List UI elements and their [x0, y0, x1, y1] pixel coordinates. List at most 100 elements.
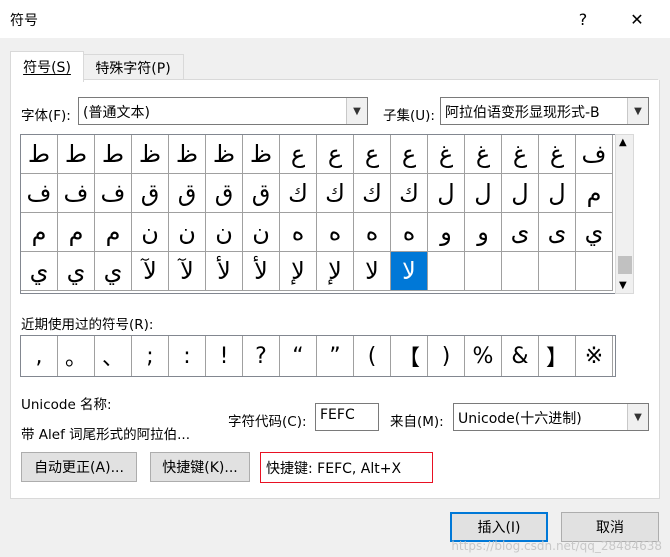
- symbol-cell[interactable]: ع: [391, 135, 428, 174]
- symbol-cell[interactable]: ن: [132, 213, 169, 252]
- recent-symbol-cell[interactable]: &: [502, 336, 539, 376]
- symbol-cell[interactable]: غ: [428, 135, 465, 174]
- cancel-button[interactable]: 取消: [561, 512, 659, 542]
- symbol-cell[interactable]: لآ: [132, 252, 169, 291]
- symbol-cell[interactable]: ل: [428, 174, 465, 213]
- recent-symbol-cell[interactable]: “: [280, 336, 317, 376]
- symbol-cell[interactable]: لإ: [317, 252, 354, 291]
- symbol-cell[interactable]: ه: [391, 213, 428, 252]
- symbol-cell[interactable]: لا: [391, 252, 428, 291]
- recent-symbol-cell[interactable]: %: [465, 336, 502, 376]
- symbol-cell[interactable]: ق: [206, 174, 243, 213]
- recent-symbol-cell[interactable]: ;: [132, 336, 169, 376]
- from-select[interactable]: Unicode(十六进制) ▼: [453, 403, 649, 431]
- recent-symbol-cell[interactable]: 】: [539, 336, 576, 376]
- symbol-cell[interactable]: غ: [465, 135, 502, 174]
- symbol-cell[interactable]: لا: [354, 252, 391, 291]
- symbol-cell[interactable]: ق: [169, 174, 206, 213]
- symbol-cell[interactable]: ع: [317, 135, 354, 174]
- symbol-cell[interactable]: لإ: [280, 252, 317, 291]
- symbol-cell[interactable]: ك: [354, 174, 391, 213]
- chevron-down-icon[interactable]: ▼: [627, 404, 648, 430]
- symbol-cell[interactable]: ن: [243, 213, 280, 252]
- symbol-cell[interactable]: ف: [58, 174, 95, 213]
- symbol-cell[interactable]: ظ: [132, 135, 169, 174]
- autocorrect-button[interactable]: 自动更正(A)...: [21, 452, 137, 482]
- scroll-down-icon[interactable]: ▼: [619, 280, 627, 291]
- shortcut-key-button[interactable]: 快捷键(K)...: [150, 452, 250, 482]
- grid-scrollbar[interactable]: ▲ ▼: [615, 134, 634, 294]
- chevron-down-icon[interactable]: ▼: [627, 98, 648, 124]
- symbol-cell[interactable]: ه: [354, 213, 391, 252]
- symbol-cell[interactable]: غ: [502, 135, 539, 174]
- symbol-cell[interactable]: ك: [317, 174, 354, 213]
- symbol-cell[interactable]: ي: [58, 252, 95, 291]
- symbol-cell[interactable]: ي: [21, 252, 58, 291]
- recent-symbol-cell[interactable]: :: [169, 336, 206, 376]
- symbol-cell[interactable]: م: [21, 213, 58, 252]
- recent-symbol-cell[interactable]: 【: [391, 336, 428, 376]
- symbol-cell[interactable]: و: [465, 213, 502, 252]
- tab-symbols[interactable]: 符号(S): [10, 51, 84, 82]
- font-select[interactable]: (普通文本) ▼: [78, 97, 368, 125]
- symbol-cell[interactable]: ط: [21, 135, 58, 174]
- symbol-cell[interactable]: ي: [95, 252, 132, 291]
- symbol-cell[interactable]: ل: [502, 174, 539, 213]
- symbol-cell[interactable]: ق: [243, 174, 280, 213]
- recent-symbol-cell[interactable]: ,: [21, 336, 58, 376]
- recent-symbol-cell[interactable]: !: [206, 336, 243, 376]
- recent-symbol-cell[interactable]: 、: [95, 336, 132, 376]
- recent-symbols[interactable]: ,。、;:!? “”(【)% &】 ※: [20, 335, 616, 377]
- symbol-grid[interactable]: طططظظظظععععغغغغففففققققككككللللممممننننه…: [20, 134, 616, 294]
- chevron-down-icon[interactable]: ▼: [346, 98, 367, 124]
- close-button[interactable]: ✕: [614, 0, 660, 38]
- symbol-cell[interactable]: ع: [354, 135, 391, 174]
- symbol-cell[interactable]: [502, 252, 539, 291]
- symbol-cell[interactable]: ه: [280, 213, 317, 252]
- symbol-cell[interactable]: ظ: [169, 135, 206, 174]
- subset-select[interactable]: 阿拉伯语变形显现形式-B ▼: [440, 97, 649, 125]
- symbol-cell[interactable]: ى: [539, 213, 576, 252]
- symbol-cell[interactable]: ع: [280, 135, 317, 174]
- recent-symbol-cell[interactable]: ※: [576, 336, 613, 376]
- symbol-cell[interactable]: [539, 252, 576, 291]
- symbol-cell[interactable]: ي: [576, 213, 613, 252]
- symbol-cell[interactable]: ف: [95, 174, 132, 213]
- symbol-cell[interactable]: ل: [465, 174, 502, 213]
- symbol-cell[interactable]: م: [95, 213, 132, 252]
- symbol-cell[interactable]: [576, 252, 613, 291]
- symbol-cell[interactable]: ق: [132, 174, 169, 213]
- symbol-cell[interactable]: غ: [539, 135, 576, 174]
- symbol-cell[interactable]: لأ: [243, 252, 280, 291]
- recent-symbol-cell[interactable]: ”: [317, 336, 354, 376]
- recent-symbol-cell[interactable]: (: [354, 336, 391, 376]
- symbol-cell[interactable]: ط: [58, 135, 95, 174]
- symbol-cell[interactable]: م: [58, 213, 95, 252]
- symbol-cell[interactable]: ن: [169, 213, 206, 252]
- help-button[interactable]: ?: [560, 0, 606, 38]
- scroll-up-icon[interactable]: ▲: [619, 137, 627, 148]
- symbol-cell[interactable]: ف: [576, 135, 613, 174]
- recent-symbol-cell[interactable]: ?: [243, 336, 280, 376]
- symbol-cell[interactable]: ظ: [206, 135, 243, 174]
- symbol-cell[interactable]: ى: [502, 213, 539, 252]
- insert-button[interactable]: 插入(I): [450, 512, 548, 542]
- recent-symbol-cell[interactable]: ): [428, 336, 465, 376]
- symbol-cell[interactable]: و: [428, 213, 465, 252]
- symbol-cell[interactable]: لآ: [169, 252, 206, 291]
- symbol-cell[interactable]: ف: [21, 174, 58, 213]
- symbol-cell[interactable]: ط: [95, 135, 132, 174]
- symbol-cell[interactable]: م: [576, 174, 613, 213]
- symbol-cell[interactable]: ه: [317, 213, 354, 252]
- symbol-cell[interactable]: ظ: [243, 135, 280, 174]
- symbol-cell[interactable]: ن: [206, 213, 243, 252]
- symbol-cell[interactable]: [428, 252, 465, 291]
- recent-symbol-cell[interactable]: 。: [58, 336, 95, 376]
- char-code-input[interactable]: FEFC: [315, 403, 379, 431]
- scrollbar-thumb[interactable]: [618, 256, 632, 274]
- tab-special-characters[interactable]: 特殊字符(P): [82, 54, 184, 81]
- symbol-cell[interactable]: ك: [391, 174, 428, 213]
- symbol-cell[interactable]: ك: [280, 174, 317, 213]
- symbol-cell[interactable]: [465, 252, 502, 291]
- symbol-cell[interactable]: لأ: [206, 252, 243, 291]
